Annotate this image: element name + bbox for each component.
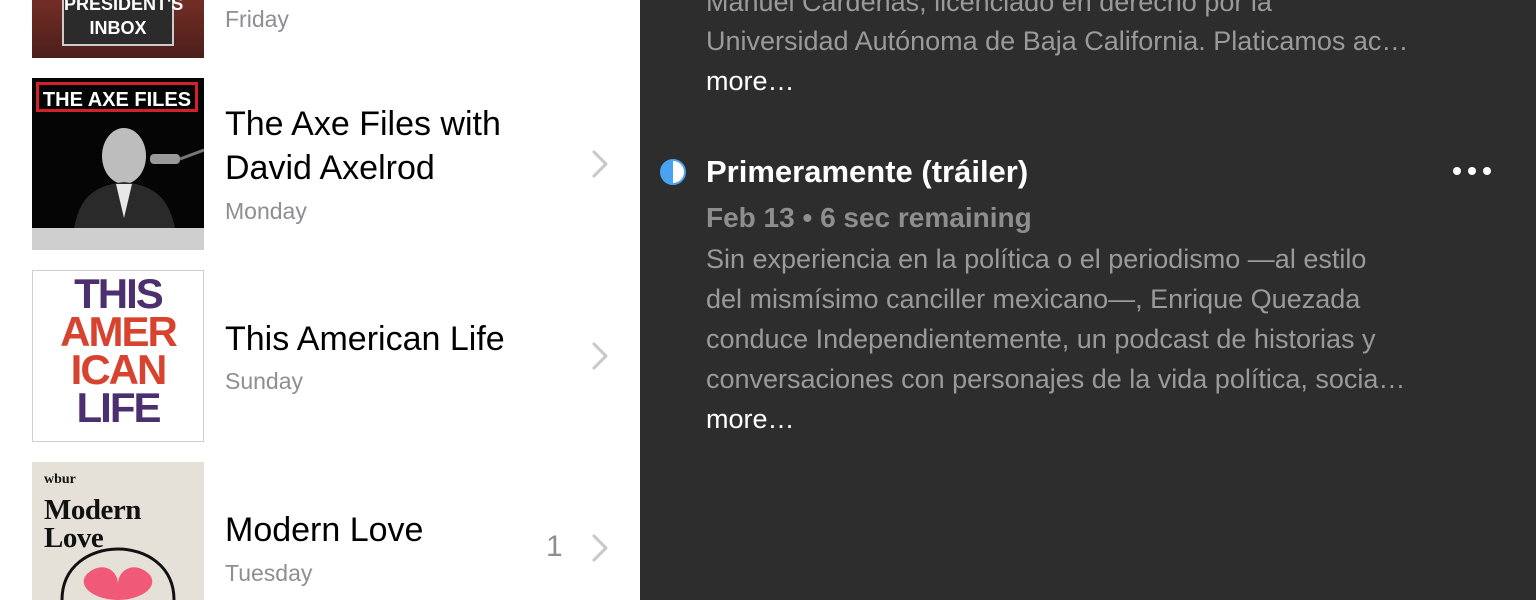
chevron-right-icon	[592, 342, 608, 370]
episode-day: Friday	[225, 6, 289, 32]
portrait-illustration	[32, 128, 204, 250]
more-options-icon[interactable]	[1452, 166, 1492, 176]
previous-episode-description-line1: Manuel Cárdenas, licenciado en derecho p…	[706, 0, 1272, 17]
unplayed-count: 1	[546, 530, 563, 563]
podcast-title: This American Life	[225, 320, 505, 358]
podcast-artwork: PRESIDENT'S INBOX	[32, 0, 204, 58]
chevron-right-icon	[592, 534, 608, 562]
episode-description-line1: Sin experiencia en la política o el peri…	[706, 244, 1367, 274]
podcast-artwork: THE AXE FILES	[32, 78, 204, 250]
episode-title[interactable]: Primeramente (tráiler)	[706, 151, 1028, 193]
podcast-title: Modern Love	[225, 511, 424, 549]
episode-description-line2: del mismísimo canciller mexicano—, Enriq…	[706, 284, 1361, 314]
artwork-text: PRESIDENT'S INBOX	[62, 0, 183, 46]
artwork-text: THIS AMER ICAN LIFE	[60, 270, 178, 431]
episode-meta: Feb 13 • 6 sec remaining	[706, 202, 1032, 233]
chevron-right-icon	[592, 150, 608, 178]
episode-more-link[interactable]: more…	[706, 399, 795, 439]
headphones-illustration	[60, 547, 176, 600]
podcast-artwork: THIS AMER ICAN LIFE	[32, 270, 204, 442]
podcast-artwork: wbur Modern Love	[32, 462, 204, 600]
episode-day: Tuesday	[225, 560, 313, 586]
episode-description-line4: conversaciones con personajes de la vida…	[706, 364, 1406, 394]
list-item[interactable]: PRESIDENT'S INBOX Friday	[0, 0, 640, 70]
podcast-list: PRESIDENT'S INBOX Friday THE AXE FILES T…	[0, 0, 640, 600]
previous-episode-description-line2: Universidad Autónoma de Baja California.…	[706, 26, 1409, 56]
list-item[interactable]: THE AXE FILES The Axe Files with David A…	[0, 78, 640, 250]
progress-half-icon	[660, 159, 686, 185]
list-item[interactable]: THIS AMER ICAN LIFE This American Life S…	[0, 270, 640, 442]
previous-episode-more-link[interactable]: more…	[706, 61, 795, 101]
podcast-title-line2: David Axelrod	[225, 149, 435, 187]
podcast-title-line1: The Axe Files with	[225, 105, 501, 143]
episode-day: Sunday	[225, 368, 304, 394]
episode-day: Monday	[225, 198, 307, 224]
list-item[interactable]: wbur Modern Love Modern Love Tuesday 1	[0, 462, 640, 600]
episode-description-line3: conduce Independientemente, un podcast d…	[706, 324, 1376, 354]
